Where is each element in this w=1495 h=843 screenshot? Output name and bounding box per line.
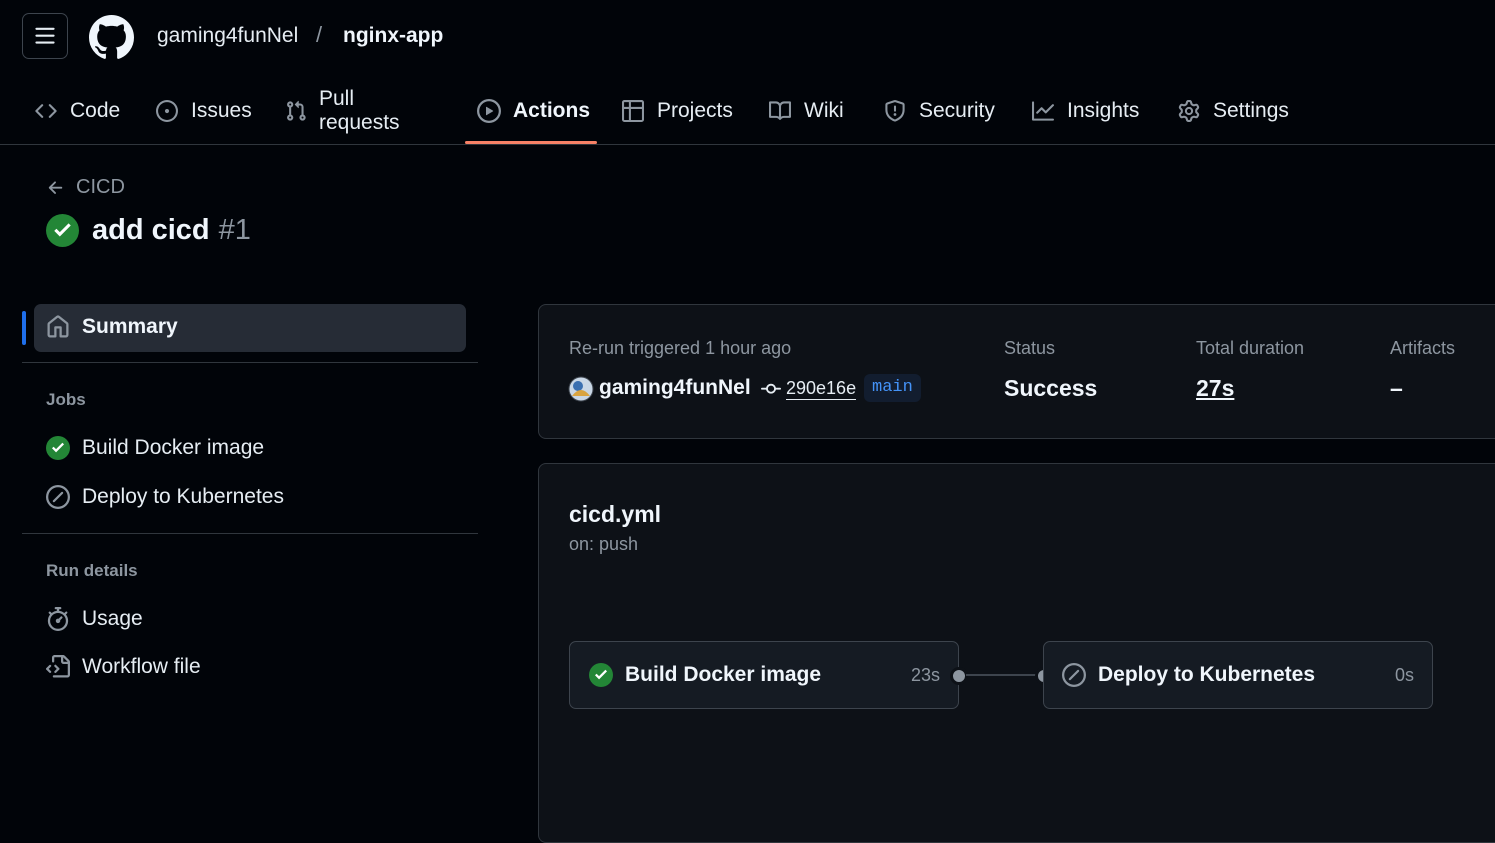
active-tab-indicator bbox=[465, 141, 597, 144]
job-node-build[interactable]: Build Docker image 23s bbox=[569, 641, 959, 709]
sidebar-item-label: Deploy to Kubernetes bbox=[82, 485, 284, 508]
arrow-left-icon bbox=[46, 178, 66, 198]
commit-sha-link[interactable]: 290e16e bbox=[786, 378, 857, 400]
sidebar-item-label: Build Docker image bbox=[82, 436, 265, 459]
git-commit-icon bbox=[761, 379, 781, 399]
job-node-time: 0s bbox=[1394, 664, 1414, 685]
tab-label: Insights bbox=[1067, 99, 1140, 122]
breadcrumb-repo[interactable]: nginx-app bbox=[343, 24, 443, 48]
run-number: #1 bbox=[218, 214, 251, 246]
breadcrumb-separator: / bbox=[316, 22, 323, 47]
issue-opened-icon bbox=[155, 99, 179, 123]
divider bbox=[22, 533, 478, 534]
job-node-label: Deploy to Kubernetes bbox=[1098, 663, 1316, 686]
repo-header: gaming4funNel / nginx-app Code Issues Pu… bbox=[0, 0, 1495, 145]
table-icon bbox=[621, 99, 645, 123]
tab-security[interactable]: Security bbox=[883, 86, 995, 136]
gear-icon bbox=[1177, 99, 1201, 123]
job-node-time: 23s bbox=[910, 664, 940, 685]
trigger-text: Re-run triggered 1 hour ago bbox=[569, 338, 792, 358]
tab-label: Actions bbox=[513, 99, 591, 122]
job-connector-line bbox=[966, 674, 1038, 676]
check-circle-fill-icon bbox=[46, 436, 70, 460]
sidebar-item-workflow-file[interactable]: Workflow file bbox=[46, 655, 201, 679]
tab-insights[interactable]: Insights bbox=[1031, 86, 1139, 136]
run-title-text: add cicd bbox=[92, 214, 210, 246]
tab-label: Settings bbox=[1213, 99, 1289, 122]
tab-settings[interactable]: Settings bbox=[1177, 86, 1289, 136]
workflow-file-name: cicd.yml bbox=[569, 501, 662, 527]
file-code-icon bbox=[46, 655, 70, 679]
connector-dot bbox=[950, 667, 968, 685]
check-circle-fill-icon bbox=[589, 663, 613, 687]
job-node-label: Build Docker image bbox=[625, 663, 822, 686]
page-title: add cicd #1 bbox=[46, 214, 251, 247]
tab-pull-requests[interactable]: Pull requests bbox=[285, 86, 402, 136]
git-pull-request-icon bbox=[285, 99, 307, 123]
skip-icon bbox=[1062, 663, 1086, 687]
run-details-heading: Run details bbox=[46, 561, 138, 580]
tab-label: Projects bbox=[657, 99, 733, 122]
selected-indicator bbox=[22, 311, 26, 345]
github-logo-icon[interactable] bbox=[89, 15, 134, 60]
job-node-deploy[interactable]: Deploy to Kubernetes 0s bbox=[1043, 641, 1433, 709]
branch-badge[interactable]: main bbox=[864, 374, 921, 402]
duration-label: Total duration bbox=[1196, 338, 1305, 358]
skip-icon bbox=[46, 485, 70, 509]
artifacts-value: – bbox=[1390, 375, 1403, 401]
status-value: Success bbox=[1004, 375, 1098, 401]
sidebar-item-label: Workflow file bbox=[82, 655, 201, 678]
tab-actions[interactable]: Actions bbox=[477, 86, 590, 136]
status-label: Status bbox=[1004, 338, 1056, 358]
back-label: CICD bbox=[76, 176, 125, 198]
actor-name[interactable]: gaming4funNel bbox=[599, 376, 751, 400]
sidebar-item-label: Summary bbox=[82, 315, 178, 338]
menu-button[interactable] bbox=[22, 13, 68, 59]
shield-icon bbox=[883, 99, 907, 123]
run-summary-card bbox=[538, 304, 1495, 439]
code-icon bbox=[34, 99, 58, 123]
back-to-workflow-link[interactable]: CICD bbox=[46, 176, 125, 199]
breadcrumb-owner[interactable]: gaming4funNel bbox=[157, 24, 298, 48]
tab-projects[interactable]: Projects bbox=[621, 86, 733, 136]
sidebar-item-usage[interactable]: Usage bbox=[46, 607, 143, 631]
check-circle-fill-icon bbox=[46, 214, 79, 247]
play-icon bbox=[477, 99, 501, 123]
sidebar-item-label: Usage bbox=[82, 607, 143, 630]
avatar[interactable] bbox=[568, 376, 594, 402]
artifacts-label: Artifacts bbox=[1390, 338, 1456, 358]
workflow-trigger: on: push bbox=[569, 534, 639, 554]
tab-label: Wiki bbox=[804, 99, 844, 122]
tab-label: Issues bbox=[191, 99, 252, 122]
book-icon bbox=[768, 99, 792, 123]
tab-wiki[interactable]: Wiki bbox=[768, 86, 844, 136]
tab-label: Pull requests bbox=[319, 87, 400, 134]
hamburger-icon bbox=[34, 25, 56, 47]
home-icon bbox=[46, 315, 70, 339]
tab-label: Security bbox=[919, 99, 995, 122]
tab-issues[interactable]: Issues bbox=[155, 86, 252, 136]
tab-code[interactable]: Code bbox=[34, 86, 120, 136]
divider bbox=[22, 362, 478, 363]
sidebar-item-summary[interactable]: Summary bbox=[46, 315, 178, 339]
duration-value[interactable]: 27s bbox=[1196, 375, 1234, 402]
sidebar-job-deploy[interactable]: Deploy to Kubernetes bbox=[46, 485, 284, 509]
stopwatch-icon bbox=[46, 607, 70, 631]
sidebar-job-build[interactable]: Build Docker image bbox=[46, 436, 264, 460]
tab-label: Code bbox=[70, 99, 121, 122]
graph-icon bbox=[1031, 99, 1055, 123]
jobs-heading: Jobs bbox=[46, 390, 86, 409]
